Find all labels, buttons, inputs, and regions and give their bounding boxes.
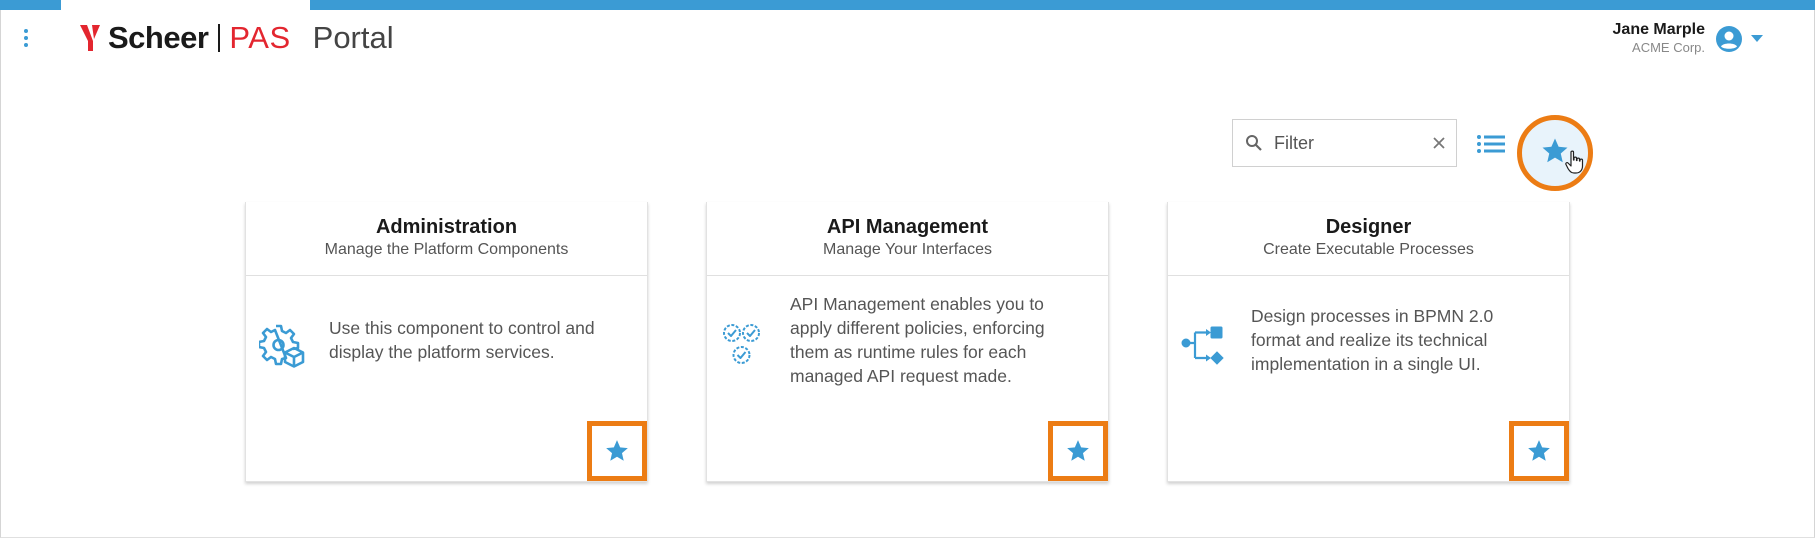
star-icon	[1528, 440, 1550, 461]
card-subtitle: Create Executable Processes	[1263, 241, 1474, 258]
app-card-api-management[interactable]: API Management Manage Your Interfaces AP…	[706, 202, 1109, 482]
user-name: Jane Marple	[1612, 21, 1705, 38]
list-view-icon[interactable]	[1476, 131, 1506, 157]
scheer-logo-mark	[80, 25, 100, 51]
card-description: API Management enables you to apply diff…	[790, 294, 1045, 386]
card-header: Administration Manage the Platform Compo…	[246, 202, 647, 276]
gears-check-icon	[723, 324, 760, 364]
favorite-button[interactable]	[587, 421, 647, 481]
gears-cube-icon	[259, 324, 305, 368]
close-icon[interactable]	[1432, 136, 1446, 150]
card-header: API Management Manage Your Interfaces	[707, 202, 1108, 276]
more-vertical-icon[interactable]	[16, 26, 36, 50]
logo-product: PAS	[229, 20, 291, 55]
user-organization: ACME Corp.	[1632, 40, 1705, 55]
card-title: Designer	[1325, 216, 1412, 238]
favorite-button[interactable]	[1509, 421, 1569, 481]
filter-input[interactable]	[1274, 132, 1414, 154]
logo-brand: Scheer	[108, 20, 209, 55]
logo-separator	[218, 24, 221, 52]
caret-down-icon[interactable]	[1751, 35, 1763, 42]
user-info[interactable]: Jane Marple ACME Corp.	[1613, 20, 1705, 56]
card-body: Use this component to control and displa…	[246, 276, 647, 481]
logo-app-name: Portal	[312, 20, 394, 55]
card-header: Designer Create Executable Processes	[1168, 202, 1569, 276]
star-icon	[1067, 440, 1089, 461]
process-flow-icon	[1181, 326, 1224, 365]
card-subtitle: Manage the Platform Components	[324, 241, 569, 258]
app-card-designer[interactable]: Designer Create Executable Processes Des…	[1167, 202, 1570, 482]
filter-field[interactable]	[1232, 119, 1457, 167]
card-title: API Management	[826, 216, 989, 238]
hand-cursor-icon	[1565, 150, 1584, 174]
account-circle-icon[interactable]	[1716, 26, 1742, 52]
favorite-button[interactable]	[1048, 421, 1108, 481]
star-icon	[606, 440, 628, 461]
card-description: Use this component to control and displa…	[329, 318, 595, 362]
app-card-administration[interactable]: Administration Manage the Platform Compo…	[245, 202, 648, 482]
card-body: API Management enables you to apply diff…	[707, 276, 1108, 481]
app-logo[interactable]: Scheer PAS Portal	[80, 18, 394, 58]
top-accent-gap	[61, 0, 310, 10]
card-description: Design processes in BPMN 2.0 format and …	[1251, 306, 1494, 374]
card-subtitle: Manage Your Interfaces	[822, 241, 992, 258]
card-body: Design processes in BPMN 2.0 format and …	[1168, 276, 1569, 481]
card-title: Administration	[375, 216, 518, 238]
search-icon	[1246, 135, 1262, 151]
